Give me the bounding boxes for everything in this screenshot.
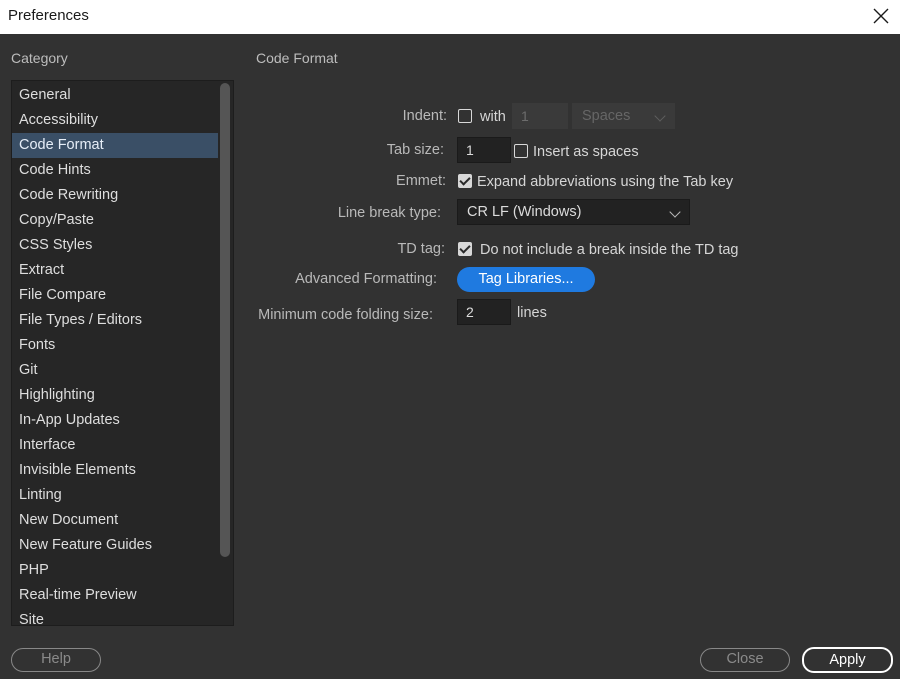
close-button[interactable]: Close xyxy=(700,648,790,672)
emmet-checkbox[interactable] xyxy=(458,174,472,188)
category-item-invisible-elements[interactable]: Invisible Elements xyxy=(12,458,218,483)
category-item-fonts[interactable]: Fonts xyxy=(12,333,218,358)
emmet-text: Expand abbreviations using the Tab key xyxy=(477,174,734,190)
category-item-general[interactable]: General xyxy=(12,83,218,108)
category-scrollbar[interactable] xyxy=(220,83,230,557)
tab-size-field[interactable]: 1 xyxy=(457,137,511,163)
tag-libraries-button[interactable]: Tag Libraries... xyxy=(457,267,595,292)
category-item-new-feature-guides[interactable]: New Feature Guides xyxy=(12,533,218,558)
category-item-extract[interactable]: Extract xyxy=(12,258,218,283)
insert-spaces-checkbox[interactable] xyxy=(514,144,528,158)
category-item-interface[interactable]: Interface xyxy=(12,433,218,458)
insert-spaces-label: Insert as spaces xyxy=(533,144,639,160)
category-item-file-types-editors[interactable]: File Types / Editors xyxy=(12,308,218,333)
chevron-down-icon xyxy=(669,206,681,218)
category-item-code-rewriting[interactable]: Code Rewriting xyxy=(12,183,218,208)
emmet-label: Emmet: xyxy=(396,173,446,189)
indent-unit-value: Spaces xyxy=(582,108,631,124)
indent-checkbox[interactable] xyxy=(458,109,472,123)
category-list: General Accessibility Code Format Code H… xyxy=(11,80,234,626)
category-item-real-time-preview[interactable]: Real-time Preview xyxy=(12,583,218,608)
category-item-accessibility[interactable]: Accessibility xyxy=(12,108,218,133)
category-item-code-format[interactable]: Code Format xyxy=(12,133,218,158)
line-break-label: Line break type: xyxy=(337,205,441,221)
category-item-git[interactable]: Git xyxy=(12,358,218,383)
help-button[interactable]: Help xyxy=(11,648,101,672)
category-item-php[interactable]: PHP xyxy=(12,558,218,583)
category-heading: Category xyxy=(11,50,68,66)
category-item-linting[interactable]: Linting xyxy=(12,483,218,508)
line-break-select[interactable]: CR LF (Windows) xyxy=(457,199,690,225)
indent-with-label: with xyxy=(480,109,506,125)
category-item-css-styles[interactable]: CSS Styles xyxy=(12,233,218,258)
indent-label: Indent: xyxy=(402,108,447,124)
td-tag-label: TD tag: xyxy=(397,241,445,257)
advanced-formatting-label: Advanced Formatting: xyxy=(295,271,437,287)
window-title: Preferences xyxy=(8,7,89,24)
folding-size-label: Minimum code folding size: xyxy=(258,307,433,323)
category-item-file-compare[interactable]: File Compare xyxy=(12,283,218,308)
folding-unit-label: lines xyxy=(517,305,547,321)
apply-button[interactable]: Apply xyxy=(802,647,893,673)
category-item-site[interactable]: Site xyxy=(12,608,218,625)
category-item-copy-paste[interactable]: Copy/Paste xyxy=(12,208,218,233)
line-break-value: CR LF (Windows) xyxy=(467,204,582,220)
indent-unit-select[interactable]: Spaces xyxy=(572,103,675,129)
category-item-in-app-updates[interactable]: In-App Updates xyxy=(12,408,218,433)
title-bar: Preferences xyxy=(0,0,900,34)
tab-size-label: Tab size: xyxy=(386,142,444,158)
category-item-highlighting[interactable]: Highlighting xyxy=(12,383,218,408)
panel-title: Code Format xyxy=(256,50,338,66)
close-icon[interactable] xyxy=(870,5,892,27)
folding-size-field[interactable]: 2 xyxy=(457,299,511,325)
chevron-down-icon xyxy=(654,110,666,122)
category-item-new-document[interactable]: New Document xyxy=(12,508,218,533)
td-tag-checkbox[interactable] xyxy=(458,242,472,256)
category-item-code-hints[interactable]: Code Hints xyxy=(12,158,218,183)
indent-size-field[interactable]: 1 xyxy=(512,103,568,129)
td-tag-text: Do not include a break inside the TD tag xyxy=(480,242,739,258)
